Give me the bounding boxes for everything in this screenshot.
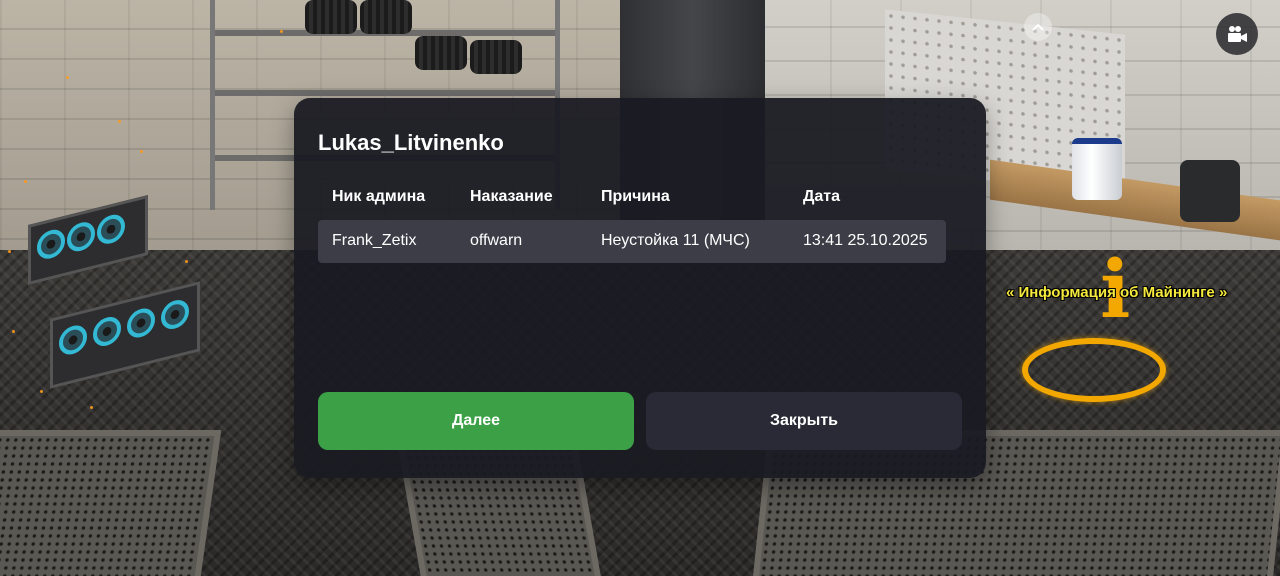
fuel-canister — [1180, 160, 1240, 222]
camera-icon[interactable] — [1216, 13, 1258, 55]
table-header: Ник админа Наказание Причина Дата — [318, 188, 946, 210]
floor-grate-left — [0, 430, 222, 576]
punishment-history-dialog: Lukas_Litvinenko Ник админа Наказание Пр… — [294, 98, 986, 478]
chevron-up-icon[interactable] — [1024, 13, 1052, 41]
next-button[interactable]: Далее — [318, 392, 634, 450]
column-header-punishment: Наказание — [470, 188, 553, 205]
dialog-title: Lukas_Litvinenko — [318, 130, 504, 155]
column-header-date: Дата — [803, 188, 841, 205]
cell-date: 13:41 25.10.2025 — [803, 232, 928, 249]
mining-info-marker-ring — [1022, 338, 1166, 402]
paint-can — [1072, 138, 1122, 200]
table-row[interactable]: Frank_Zetix offwarn Неустойка 11 (МЧС) 1… — [318, 220, 946, 263]
mining-info-label: « Информация об Майнинге » — [1006, 284, 1228, 301]
cell-punishment: offwarn — [470, 232, 523, 249]
column-header-admin: Ник админа — [332, 188, 426, 205]
cell-reason: Неустойка 11 (МЧС) — [601, 232, 750, 249]
column-header-reason: Причина — [601, 188, 670, 205]
close-button[interactable]: Закрыть — [646, 392, 962, 450]
cell-admin: Frank_Zetix — [332, 232, 417, 249]
